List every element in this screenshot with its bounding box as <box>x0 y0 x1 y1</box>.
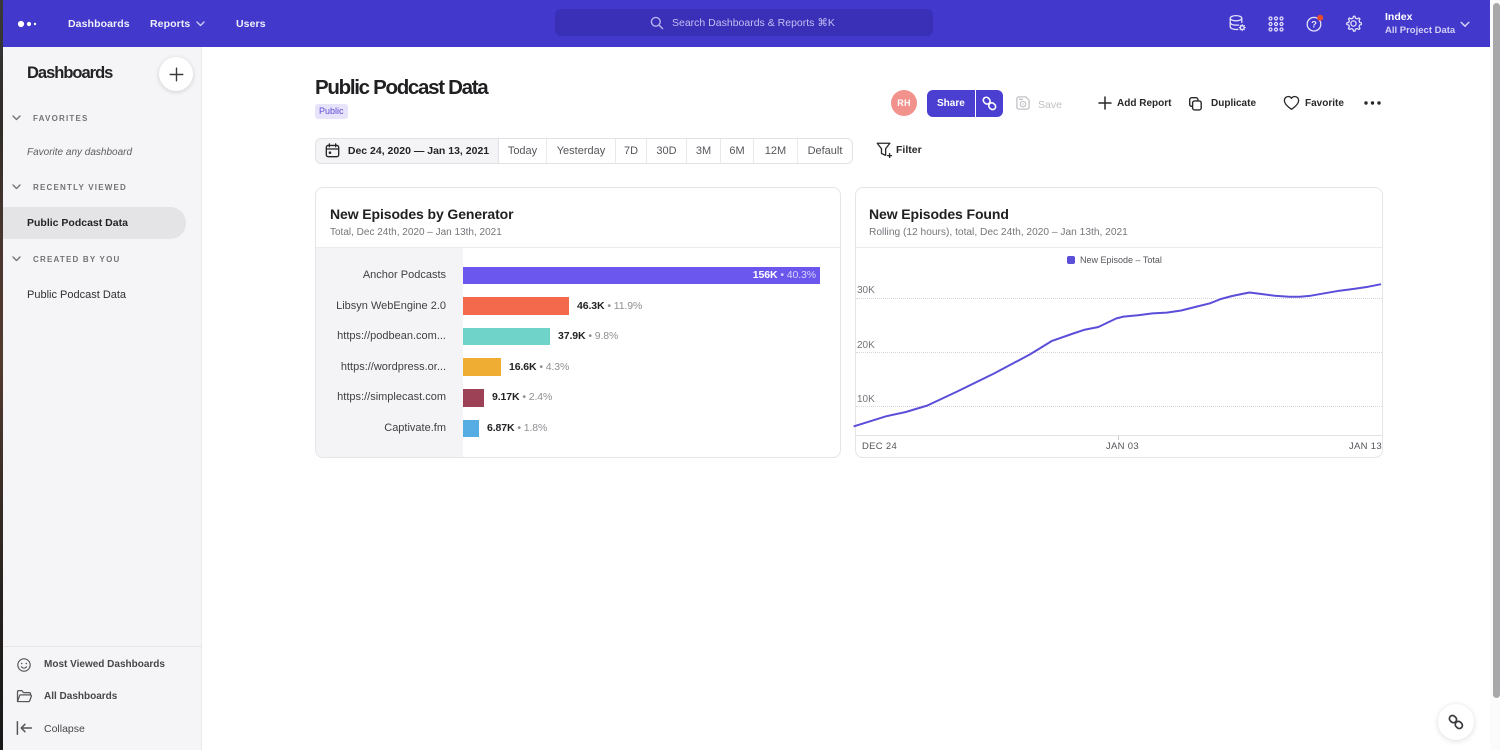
svg-text:?: ? <box>1311 20 1317 31</box>
